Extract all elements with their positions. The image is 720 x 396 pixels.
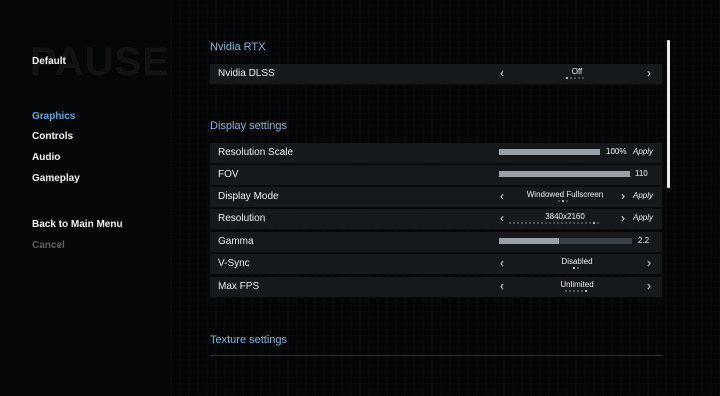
- nav-item-controls[interactable]: Controls: [32, 131, 73, 142]
- option-dot: [565, 290, 567, 292]
- chevron-right-icon[interactable]: ›: [647, 256, 651, 270]
- chevron-left-icon[interactable]: ‹: [500, 211, 504, 225]
- option-dot-selected: [566, 77, 568, 79]
- section-title-nvidia-rtx: Nvidia RTX: [210, 41, 266, 53]
- cancel-button: Cancel: [32, 240, 65, 251]
- gamma-slider[interactable]: [499, 238, 632, 244]
- chevron-right-icon[interactable]: ›: [621, 189, 625, 203]
- setting-label: Gamma: [218, 236, 254, 247]
- option-dot: [574, 77, 576, 79]
- option-dot: [517, 222, 519, 224]
- setting-row-nvidia-dlss: Nvidia DLSS ‹ Off ›: [210, 64, 662, 85]
- setting-row-gamma: Gamma 2.2: [210, 232, 662, 253]
- setting-row-resolution-scale: Resolution Scale 100% Apply: [210, 143, 662, 164]
- gamma-value: 2.2: [638, 236, 650, 245]
- chevron-left-icon[interactable]: ‹: [500, 189, 504, 203]
- setting-row-display-mode: Display Mode ‹ Windowed Fullscreen › App…: [210, 187, 662, 208]
- option-dot: [570, 77, 572, 79]
- option-dot: [569, 290, 571, 292]
- option-dot-selected: [562, 200, 564, 202]
- option-dot: [541, 222, 543, 224]
- option-dot: [589, 222, 591, 224]
- dlss-value: Off: [571, 67, 583, 76]
- fov-slider[interactable]: [499, 171, 630, 177]
- setting-row-fov: FOV 110: [210, 165, 662, 186]
- section-title-texture-settings: Texture settings: [210, 334, 288, 346]
- setting-row-max-fps: Max FPS ‹ Unlimited ›: [210, 277, 662, 298]
- display-mode-value: Windowed Fullscreen: [526, 190, 604, 199]
- section-title-display-settings: Display settings: [210, 120, 288, 132]
- setting-row-resolution: Resolution ‹ 3840x2160 › Apply: [210, 209, 662, 230]
- resolution-scale-slider[interactable]: [499, 149, 600, 155]
- max-fps-value: Unlimited: [560, 280, 594, 289]
- option-dot: [569, 222, 571, 224]
- chevron-right-icon[interactable]: ›: [647, 66, 651, 80]
- vsync-value: Disabled: [561, 257, 593, 266]
- resolution-scale-value: 100%: [606, 147, 627, 156]
- nav-item-gameplay[interactable]: Gameplay: [32, 173, 80, 184]
- option-dot: [585, 222, 587, 224]
- slider-fill: [499, 238, 559, 244]
- option-dot: [553, 222, 555, 224]
- option-dot: [573, 222, 575, 224]
- option-dot: [549, 222, 551, 224]
- back-to-main-menu-button[interactable]: Back to Main Menu: [32, 219, 123, 230]
- option-dot: [529, 222, 531, 224]
- chevron-right-icon[interactable]: ›: [647, 279, 651, 293]
- option-dot: [561, 222, 563, 224]
- option-dot: [545, 222, 547, 224]
- option-dot: [558, 200, 560, 202]
- option-dot: [597, 222, 599, 224]
- chevron-left-icon[interactable]: ‹: [500, 256, 504, 270]
- slider-fill: [499, 149, 600, 155]
- option-dot: [525, 222, 527, 224]
- scrollbar[interactable]: [667, 40, 670, 188]
- section-divider: [210, 355, 662, 356]
- option-indicator-dots: [573, 267, 579, 270]
- option-dot: [581, 290, 583, 292]
- option-indicator-dots: [558, 200, 568, 203]
- setting-label: FOV: [218, 169, 239, 180]
- chevron-right-icon[interactable]: ›: [621, 211, 625, 225]
- option-dot: [521, 222, 523, 224]
- fov-value: 110: [635, 169, 648, 178]
- setting-label: Nvidia DLSS: [218, 68, 275, 79]
- chevron-left-icon[interactable]: ‹: [500, 66, 504, 80]
- setting-label: V-Sync: [218, 258, 250, 269]
- apply-button[interactable]: Apply: [633, 147, 653, 156]
- setting-label: Display Mode: [218, 191, 279, 202]
- nav-item-audio[interactable]: Audio: [32, 152, 60, 163]
- option-indicator-dots: [565, 290, 587, 293]
- setting-row-vsync: V-Sync ‹ Disabled ›: [210, 254, 662, 275]
- profile-default[interactable]: Default: [32, 56, 66, 67]
- option-dot: [557, 222, 559, 224]
- option-dot-selected: [573, 267, 575, 269]
- option-dot: [573, 290, 575, 292]
- option-dot: [509, 222, 511, 224]
- setting-label: Resolution: [218, 213, 266, 224]
- option-dot: [581, 222, 583, 224]
- option-dot-selected: [585, 290, 587, 292]
- apply-button[interactable]: Apply: [633, 213, 653, 222]
- option-indicator-dots: [509, 222, 599, 225]
- option-dot-selected: [593, 222, 595, 224]
- option-indicator-dots: [566, 77, 584, 80]
- option-dot: [533, 222, 535, 224]
- setting-label: Resolution Scale: [218, 147, 294, 158]
- option-dot: [566, 200, 568, 202]
- option-dot: [565, 222, 567, 224]
- option-dot: [582, 77, 584, 79]
- chevron-left-icon[interactable]: ‹: [500, 279, 504, 293]
- option-dot: [577, 267, 579, 269]
- nav-item-graphics[interactable]: Graphics: [32, 111, 75, 122]
- setting-label: Max FPS: [218, 281, 260, 292]
- option-dot: [513, 222, 515, 224]
- apply-button[interactable]: Apply: [633, 191, 653, 200]
- resolution-value: 3840x2160: [545, 212, 585, 221]
- option-dot: [537, 222, 539, 224]
- slider-fill: [499, 171, 630, 177]
- option-dot: [577, 222, 579, 224]
- option-dot: [577, 290, 579, 292]
- option-dot: [578, 77, 580, 79]
